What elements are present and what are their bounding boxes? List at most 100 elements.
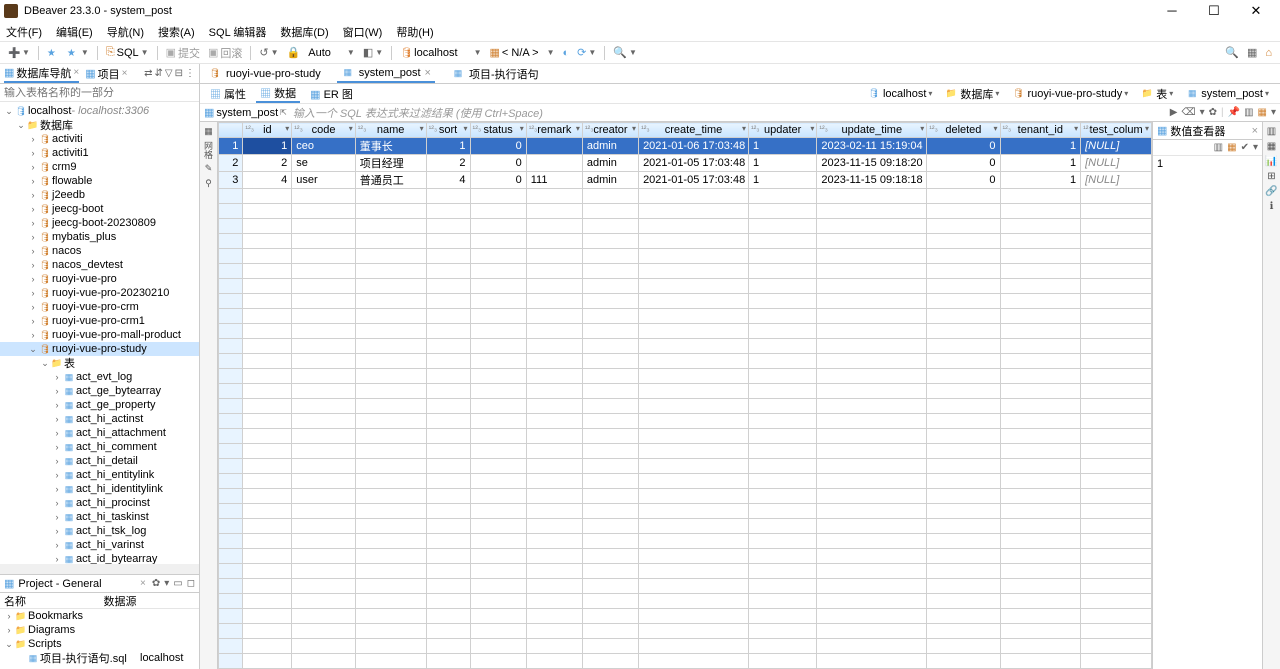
sub-tab[interactable]: ▦ ER 图 [306, 86, 357, 102]
twisty-icon[interactable]: › [52, 442, 62, 452]
twisty-icon[interactable]: › [52, 386, 62, 396]
cell[interactable] [526, 138, 582, 155]
sort-icon[interactable]: ¹²₃ [819, 124, 828, 133]
strip-ref-icon[interactable]: 🔗 [1265, 186, 1277, 197]
refresh-button[interactable]: ⟳▼ [575, 46, 598, 59]
new-connection-button[interactable]: ▼ [6, 47, 32, 59]
twisty-icon[interactable]: ⌄ [28, 344, 38, 355]
sort-icon[interactable]: ¹²₃ [751, 124, 760, 133]
twisty-icon[interactable]: › [52, 400, 62, 410]
filter-icon[interactable]: ▾ [464, 124, 468, 133]
project-new-icon[interactable]: ▾ [164, 578, 169, 589]
column-header[interactable]: ¹²₃id▾ [243, 123, 292, 138]
tree-row[interactable]: ›act_id_bytearray [0, 552, 199, 564]
filter-icon[interactable]: ▾ [349, 124, 353, 133]
breadcrumb-chip[interactable]: system_post▾ [1180, 87, 1274, 101]
cell[interactable]: 1 [748, 172, 816, 189]
strip-meta-icon[interactable]: ℹ [1270, 201, 1274, 212]
project-min-icon[interactable]: ▭ [173, 578, 182, 589]
cell[interactable]: 1 [426, 138, 470, 155]
menu-item[interactable]: 文件(F) [6, 24, 42, 40]
cell[interactable]: 4 [426, 172, 470, 189]
tx-toggle[interactable]: ↺▼ [257, 46, 280, 59]
twisty-icon[interactable]: › [28, 218, 38, 228]
close-icon[interactable]: × [73, 67, 79, 78]
twisty-icon[interactable]: ⌄ [4, 106, 14, 117]
close-icon[interactable]: × [122, 68, 128, 79]
corner-cell[interactable] [219, 123, 243, 138]
search-button[interactable]: 🔍 [1223, 46, 1241, 59]
close-icon[interactable]: × [425, 67, 431, 79]
twisty-icon[interactable]: › [52, 512, 62, 522]
filter-icon[interactable]: ▾ [576, 124, 580, 133]
filter-panel-icon[interactable]: ▦ [1258, 107, 1267, 118]
menu-item[interactable]: 编辑(E) [56, 24, 93, 40]
twisty-icon[interactable]: › [52, 428, 62, 438]
tree-row[interactable]: ›jeecg-boot-20230809 [0, 216, 199, 230]
column-header[interactable]: ¹²₃update_time▾ [817, 123, 927, 138]
strip-calc-icon[interactable]: 📊 [1265, 156, 1277, 167]
close-button[interactable]: ✕ [1244, 3, 1268, 19]
tree-row[interactable]: ›j2eedb [0, 188, 199, 202]
menu-item[interactable]: 搜索(A) [158, 24, 195, 40]
twisty-icon[interactable]: › [52, 456, 62, 466]
grid-button[interactable]: ▦ [1245, 46, 1259, 59]
cell[interactable]: 2023-11-15 09:18:18 [817, 172, 927, 189]
tree-row[interactable]: ⌄表 [0, 356, 199, 370]
cell[interactable]: [NULL] [1081, 155, 1152, 172]
tree-row[interactable]: ›mybatis_plus [0, 230, 199, 244]
filter-settings-icon[interactable]: ▥ [1244, 107, 1253, 118]
tree-scrollbar[interactable] [0, 564, 199, 574]
filter-pin-icon[interactable]: 📌 [1228, 107, 1240, 118]
cell[interactable]: admin [582, 172, 638, 189]
project-row[interactable]: ⌄Scripts [0, 637, 199, 651]
twisty-icon[interactable]: › [28, 316, 38, 326]
project-config-icon[interactable]: ✿ [152, 578, 160, 589]
sort-icon[interactable]: ¹²₃ [641, 124, 650, 133]
twisty-icon[interactable]: › [52, 554, 62, 564]
twisty-icon[interactable]: › [28, 288, 38, 298]
tree-row[interactable]: ⌄数据库 [0, 118, 199, 132]
cell[interactable]: 1 [1000, 138, 1081, 155]
cell[interactable]: 2021-01-06 17:03:48 [639, 138, 749, 155]
tree-row[interactable]: ›crm9 [0, 160, 199, 174]
cell[interactable] [526, 155, 582, 172]
nav-link-icon[interactable]: ⇵ [155, 68, 163, 79]
commit-button[interactable]: ▣提交 [164, 45, 202, 61]
twisty-icon[interactable]: › [28, 134, 38, 144]
project-row[interactable]: ›Bookmarks [0, 609, 199, 623]
column-header[interactable]: ¹²₃test_colum▾ [1081, 123, 1152, 138]
cell[interactable]: 2 [426, 155, 470, 172]
cell[interactable]: 0 [927, 172, 1000, 189]
editor-tab[interactable]: system_post× [337, 64, 435, 83]
strip-panels-icon[interactable]: ▥ [1267, 126, 1276, 137]
cell[interactable]: 0 [927, 138, 1000, 155]
menu-item[interactable]: 导航(N) [107, 24, 144, 40]
filter-icon[interactable]: ▾ [742, 124, 746, 133]
new-sql-button[interactable] [45, 47, 61, 59]
twisty-icon[interactable]: › [52, 414, 62, 424]
new-sql-dropdown[interactable]: ▼ [65, 47, 91, 59]
tree-row[interactable]: ›ruoyi-vue-pro-mall-product [0, 328, 199, 342]
filter-icon[interactable]: ▾ [1145, 124, 1149, 133]
sort-icon[interactable]: ¹²₃ [294, 124, 303, 133]
column-header[interactable]: ¹²₃create_time▾ [639, 123, 749, 138]
filter-icon[interactable]: ▾ [994, 124, 998, 133]
breadcrumb-chip[interactable]: 数据库▾ [939, 85, 1004, 103]
twisty-icon[interactable]: › [28, 232, 38, 242]
cell[interactable]: admin [582, 138, 638, 155]
cell[interactable]: 0 [927, 155, 1000, 172]
sort-icon[interactable]: ¹²₃ [1083, 124, 1092, 133]
vv-save-icon[interactable]: ▥ [1214, 142, 1223, 153]
nav-tab[interactable]: ▦项目× [85, 66, 127, 82]
column-header[interactable]: ¹²₃deleted▾ [927, 123, 1000, 138]
cell[interactable]: 普通员工 [355, 172, 426, 189]
tree-row[interactable]: ›act_hi_procinst [0, 496, 199, 510]
column-header[interactable]: ¹²₃remark▾ [526, 123, 582, 138]
project-max-icon[interactable]: ◻ [187, 578, 195, 589]
twisty-icon[interactable]: › [52, 540, 62, 550]
column-header[interactable]: ¹²₃sort▾ [426, 123, 470, 138]
grid-chart-icon[interactable]: ⚲ [205, 178, 212, 189]
tx-lock-button[interactable]: 🔒 [285, 46, 303, 59]
column-header[interactable]: ¹²₃code▾ [292, 123, 356, 138]
